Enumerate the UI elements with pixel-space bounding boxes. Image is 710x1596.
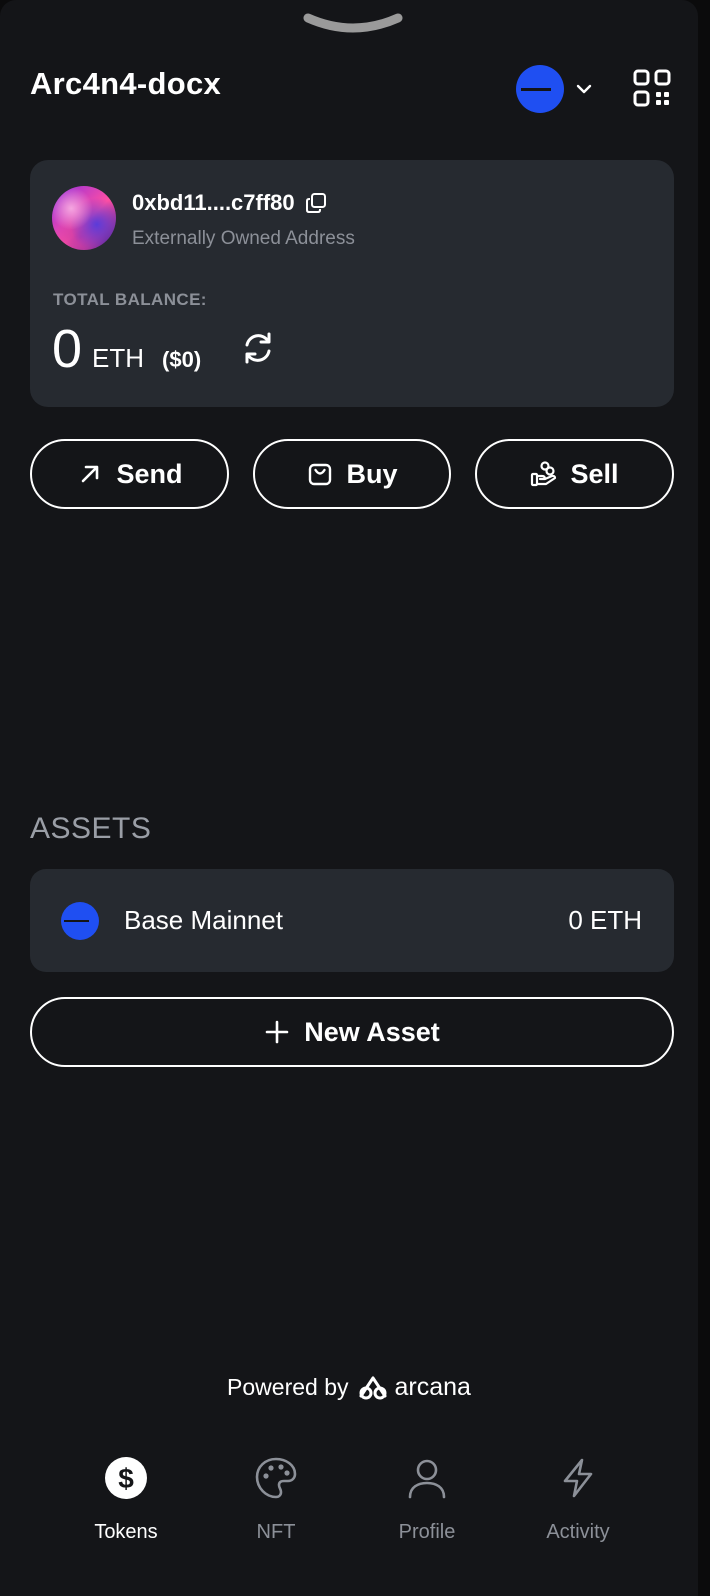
network-switcher[interactable] — [516, 64, 598, 114]
bottom-nav: $ Tokens NFT Profile Activity — [0, 1455, 698, 1565]
arcana-brand: arcana — [394, 1373, 471, 1401]
balance-unit: ETH — [92, 343, 145, 373]
nav-label-tokens: Tokens — [94, 1521, 158, 1543]
lightning-icon — [555, 1455, 601, 1501]
base-network-icon — [516, 65, 564, 113]
hand-coins-icon — [531, 461, 557, 487]
new-asset-button[interactable]: New Asset — [30, 997, 674, 1067]
nav-label-activity: Activity — [546, 1521, 610, 1543]
sell-label: Sell — [570, 458, 619, 489]
buy-button[interactable]: Buy — [253, 439, 451, 509]
sell-button[interactable]: Sell — [475, 439, 674, 509]
copy-icon[interactable] — [305, 192, 327, 214]
asset-row[interactable]: Base Mainnet 0 ETH — [30, 869, 674, 972]
wallet-panel: Arc4n4-docx 0xbd11....c7ff80 Externally … — [0, 0, 698, 1596]
qr-code-icon[interactable] — [632, 68, 672, 108]
balance-fiat: ($0) — [162, 347, 202, 372]
powered-by: Powered by arcana — [0, 1373, 698, 1402]
buy-label: Buy — [346, 458, 398, 489]
arrow-up-right-icon — [82, 465, 99, 483]
palette-icon — [253, 1455, 299, 1501]
refresh-icon[interactable] — [240, 330, 276, 366]
asset-name: Base Mainnet — [124, 905, 283, 935]
nav-label-nft: NFT — [256, 1521, 296, 1543]
user-icon — [404, 1455, 450, 1501]
balance-row: 0 ETH ($0) — [52, 318, 201, 380]
dollar-icon: $ — [103, 1455, 149, 1501]
nav-item-tokens[interactable]: $ Tokens — [56, 1455, 196, 1544]
plus-icon — [265, 1020, 289, 1044]
avatar — [52, 186, 116, 250]
base-network-icon — [61, 902, 99, 940]
nav-item-nft[interactable]: NFT — [206, 1455, 346, 1544]
arcana-logo-icon — [359, 1376, 386, 1399]
send-button[interactable]: Send — [30, 439, 229, 509]
assets-heading: ASSETS — [30, 812, 152, 845]
send-label: Send — [116, 458, 183, 489]
balance-value: 0 — [52, 319, 83, 379]
svg-text:$: $ — [118, 1463, 134, 1494]
chevron-down-icon — [576, 84, 592, 94]
shopping-bag-icon — [309, 463, 332, 486]
wallet-address-text: 0xbd11....c7ff80 — [132, 190, 295, 215]
nav-label-profile: Profile — [398, 1521, 456, 1543]
new-asset-label: New Asset — [304, 1016, 440, 1047]
asset-amount: 0 ETH — [568, 905, 642, 935]
balance-label: TOTAL BALANCE: — [53, 290, 207, 309]
nav-item-profile[interactable]: Profile — [357, 1455, 497, 1544]
address-type: Externally Owned Address — [132, 228, 355, 249]
app-title: Arc4n4-docx — [30, 66, 222, 101]
account-card: 0xbd11....c7ff80 Externally Owned Addres… — [30, 160, 674, 407]
collapse-handle-icon[interactable] — [302, 12, 404, 34]
wallet-address: 0xbd11....c7ff80 — [132, 190, 327, 216]
arcana-logo[interactable]: arcana — [357, 1373, 471, 1402]
powered-by-text: Powered by — [227, 1374, 349, 1400]
nav-item-activity[interactable]: Activity — [508, 1455, 648, 1544]
